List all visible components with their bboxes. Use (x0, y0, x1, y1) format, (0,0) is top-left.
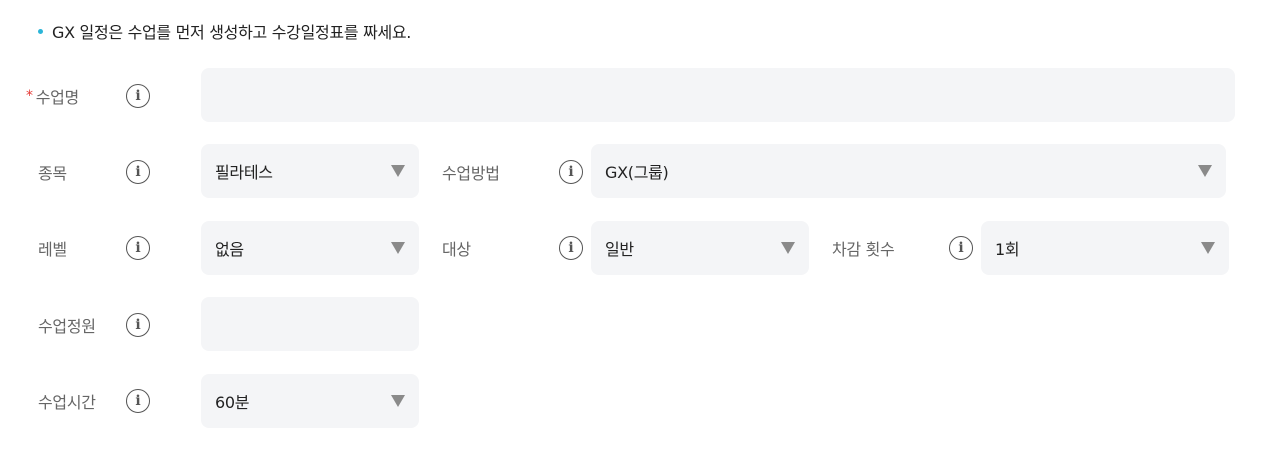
category-select[interactable]: 필라테스 (201, 144, 419, 198)
target-select[interactable]: 일반 (591, 221, 809, 275)
info-icon[interactable]: i (126, 313, 150, 337)
notice: GX 일정은 수업를 먼저 생성하고 수강일정표를 짜세요. (38, 20, 411, 42)
info-icon[interactable]: i (126, 84, 150, 108)
deduction-select[interactable]: 1회 (981, 221, 1229, 275)
deduction-label: 차감 횟수 (832, 240, 895, 259)
capacity-field (201, 297, 419, 351)
capacity-input[interactable] (201, 297, 419, 351)
required-mark: * (26, 88, 33, 104)
duration-value: 60분 (215, 393, 250, 412)
duration-label: 수업시간 (38, 393, 96, 412)
caret-down-icon (1198, 165, 1212, 177)
target-label: 대상 (442, 240, 471, 259)
caret-down-icon (391, 242, 405, 254)
info-icon[interactable]: i (559, 236, 583, 260)
level-label: 레벨 (38, 240, 67, 259)
capacity-label: 수업정원 (38, 317, 96, 336)
category-label: 종목 (38, 164, 67, 183)
info-icon[interactable]: i (949, 236, 973, 260)
method-label: 수업방법 (442, 164, 500, 183)
duration-select[interactable]: 60분 (201, 374, 419, 428)
target-value: 일반 (605, 240, 634, 259)
caret-down-icon (391, 165, 405, 177)
level-select[interactable]: 없음 (201, 221, 419, 275)
info-icon[interactable]: i (126, 389, 150, 413)
method-value: GX(그룹) (605, 163, 669, 182)
class-name-input[interactable] (201, 68, 1235, 122)
class-name-field (201, 68, 1235, 122)
method-select[interactable]: GX(그룹) (591, 144, 1226, 198)
info-icon[interactable]: i (559, 160, 583, 184)
info-icon[interactable]: i (126, 236, 150, 260)
bullet-dot-icon (38, 28, 43, 34)
caret-down-icon (781, 242, 795, 254)
caret-down-icon (1201, 242, 1215, 254)
level-value: 없음 (215, 240, 244, 259)
deduction-value: 1회 (995, 240, 1020, 259)
caret-down-icon (391, 395, 405, 407)
category-value: 필라테스 (215, 163, 273, 182)
info-icon[interactable]: i (126, 160, 150, 184)
class-name-label: * 수업명 (26, 69, 80, 123)
notice-text: GX 일정은 수업를 먼저 생성하고 수강일정표를 짜세요. (52, 23, 412, 42)
class-name-label-text: 수업명 (35, 88, 80, 107)
